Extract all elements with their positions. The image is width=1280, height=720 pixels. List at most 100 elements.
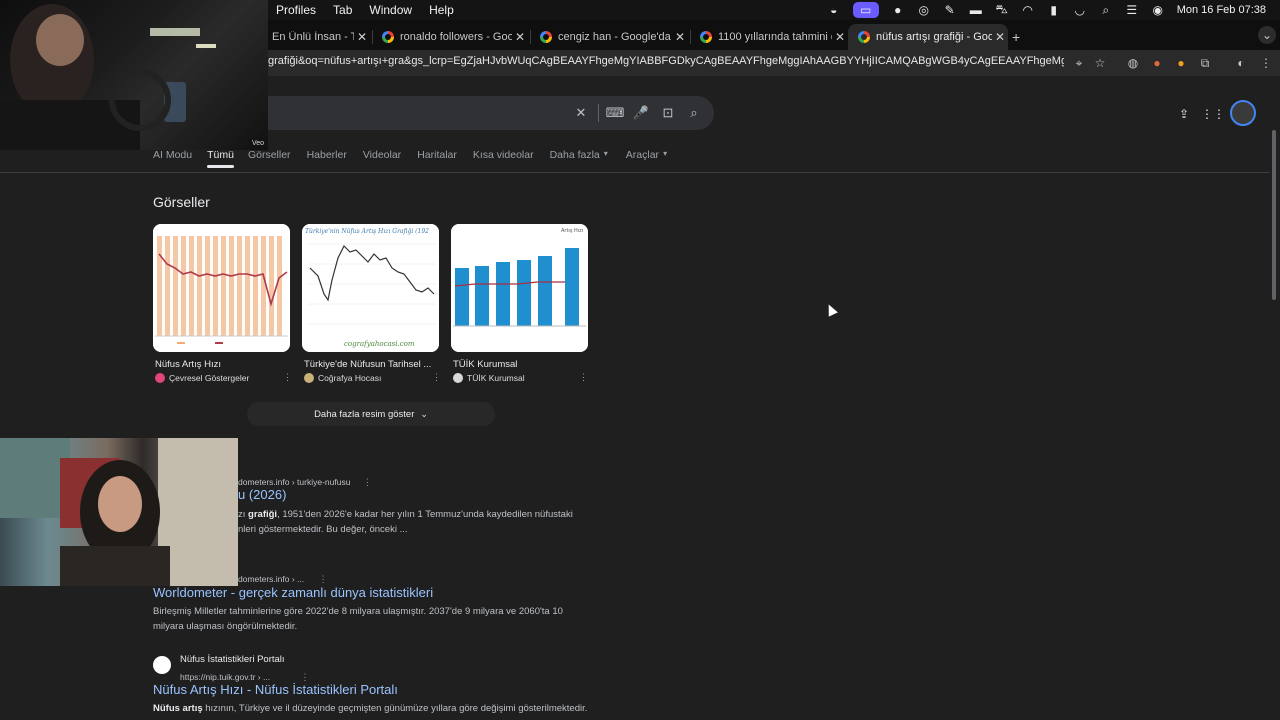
result-site-name[interactable]: Nüfus İstatistikleri Portalı — [180, 654, 285, 665]
google-favicon-icon — [858, 31, 870, 43]
clear-search-icon[interactable]: ✕ — [573, 105, 589, 121]
headphones-icon[interactable]: ◠ — [1021, 3, 1035, 17]
menu-clock[interactable]: Mon 16 Feb 07:38 — [1177, 4, 1266, 16]
tab-daha-fazla[interactable]: Daha fazla — [550, 149, 600, 161]
image-source[interactable]: Çevresel Göstergeler ⋮ — [153, 372, 292, 383]
wifi-icon[interactable]: ◡ — [1073, 3, 1087, 17]
more-options-icon[interactable]: ⋮ — [432, 372, 441, 383]
tab-haberler[interactable]: Haberler — [307, 149, 347, 161]
tab-title: 1100 yıllarında tahmini dünya — [718, 31, 832, 43]
bookmark-star-icon[interactable]: ☆ — [1092, 55, 1108, 71]
image-source[interactable]: Coğrafya Hocası ⋮ — [302, 372, 441, 383]
extensions-puzzle-icon[interactable]: ⧉ — [1197, 55, 1213, 71]
snippet-text: hızının, Türkiye ve il düzeyinde geçmişt… — [202, 703, 588, 714]
chevron-down-icon[interactable]: ▾ — [663, 149, 667, 161]
car-icon[interactable]: ⛍ — [995, 2, 1009, 17]
google-apps-icon[interactable]: ⋮⋮ — [1201, 106, 1225, 122]
extension-2-icon[interactable]: ● — [1149, 55, 1165, 71]
status-dot-icon[interactable]: ● — [891, 3, 905, 17]
google-favicon-icon — [700, 31, 712, 43]
image-result-card[interactable]: Türkiye'nin Nüfus Artış Hızı Grafiği (19… — [302, 224, 441, 383]
extension-1-icon[interactable]: ◍ — [1125, 55, 1141, 71]
result-title-link[interactable]: Worldometer - gerçek zamanlı dünya istat… — [153, 585, 433, 600]
image-title[interactable]: Nüfus Artış Hızı — [153, 359, 290, 370]
image-result-card[interactable]: Nüfus Artış Hızı Çevresel Göstergeler ⋮ — [153, 224, 292, 383]
source-favicon-icon — [304, 373, 314, 383]
tab-araclar[interactable]: Araçlar — [626, 149, 659, 161]
profile-avatar-icon[interactable]: ◐ — [1233, 55, 1249, 71]
tab-nufus-artisi-grafigi[interactable]: nüfus artışı grafiği - Google'd ✕ — [848, 24, 1008, 50]
status-spiral-icon[interactable]: ◎ — [917, 3, 931, 17]
more-images-label: Daha fazla resim göster — [314, 408, 415, 420]
more-options-icon[interactable]: ⋮ — [579, 372, 588, 383]
tab-cengiz-han[interactable]: cengiz han - Google'da Ara ✕ — [530, 24, 688, 50]
tab-ronaldo-followers[interactable]: ronaldo followers - Google'da ✕ — [372, 24, 528, 50]
image-thumbnail[interactable] — [153, 224, 290, 352]
tab-ai-modu[interactable]: AI Modu — [153, 149, 192, 161]
tab-title: cengiz han - Google'da Ara — [558, 31, 672, 43]
control-center-icon[interactable]: ☰ — [1125, 3, 1139, 17]
status-app-icon[interactable]: ◒ — [827, 3, 841, 17]
tab-search-chevron-icon[interactable]: ⌄ — [1258, 26, 1276, 44]
chevron-down-icon[interactable]: ▾ — [604, 149, 608, 161]
tab-tumu[interactable]: Tümü — [207, 149, 234, 168]
tab-videolar[interactable]: Videolar — [363, 149, 401, 161]
webcam-label: Veo — [252, 140, 265, 147]
source-favicon-icon — [155, 373, 165, 383]
result-snippet: Birleşmiş Milletler tahminlerine göre 20… — [153, 604, 583, 634]
menu-window[interactable]: Window — [369, 3, 412, 17]
share-icon[interactable]: ⇪ — [1176, 106, 1192, 122]
tab-gorseller[interactable]: Görseller — [248, 149, 291, 161]
image-result-card[interactable]: Artış Hızı TÜİK Kurumsal TÜİK Kurumsal ⋮ — [451, 224, 588, 383]
snippet-text: milyara ulaşması öngörülmektedir. — [153, 621, 298, 632]
spotlight-search-icon[interactable]: ⌕ — [1099, 3, 1113, 17]
tab-1100-yillari[interactable]: 1100 yıllarında tahmini dünya ✕ — [690, 24, 848, 50]
voice-search-icon[interactable]: 🎤 — [633, 105, 649, 121]
keyboard-icon[interactable]: ⌨ — [606, 105, 625, 121]
result-url[interactable]: dometers.info › turkiye-nufusu — [238, 477, 350, 487]
image-source[interactable]: TÜİK Kurumsal ⋮ — [451, 372, 588, 383]
menu-tab[interactable]: Tab — [333, 3, 352, 17]
result-url[interactable]: https://nip.tuik.gov.tr › ... — [180, 672, 270, 682]
tab-close-icon[interactable]: ✕ — [992, 30, 1008, 44]
page-scrollbar[interactable] — [1272, 130, 1276, 300]
more-options-icon[interactable]: ⋮ — [283, 372, 292, 383]
more-options-icon[interactable]: ⋮ — [319, 574, 328, 584]
tab-close-icon[interactable]: ✕ — [354, 30, 370, 44]
siri-icon[interactable]: ◉ — [1151, 3, 1165, 17]
lens-search-icon[interactable]: ⊡ — [660, 105, 676, 121]
snippet-bold: grafiği — [248, 509, 278, 520]
result-title-link[interactable]: u (2026) — [238, 487, 286, 502]
tab-close-icon[interactable]: ✕ — [512, 30, 528, 44]
tab-close-icon[interactable]: ✕ — [832, 30, 848, 44]
snippet-bold: Nüfus artış — [153, 703, 203, 714]
tab-en-unlu-insan[interactable]: En Ünlü İnsan - Tier ✕ — [262, 24, 370, 50]
pen-icon[interactable]: ✎ — [943, 3, 957, 17]
result-title-link[interactable]: Nüfus Artış Hızı - Nüfus İstatistikleri … — [153, 682, 398, 697]
image-thumbnail[interactable]: Artış Hızı — [451, 224, 588, 352]
drive-icon[interactable]: ▬ — [969, 3, 983, 17]
screen-record-icon[interactable]: ▭ — [852, 2, 879, 18]
menu-profiles[interactable]: Profiles — [276, 3, 316, 17]
account-avatar[interactable] — [1230, 100, 1256, 126]
location-pin-icon[interactable]: ⌖ — [1071, 55, 1087, 71]
image-thumbnail[interactable]: Türkiye'nin Nüfus Artış Hızı Grafiği (19… — [302, 224, 439, 352]
more-options-icon[interactable]: ⋮ — [363, 477, 372, 487]
webcam-overlay-streamer — [0, 438, 238, 586]
battery-icon[interactable]: ▮ — [1047, 3, 1061, 17]
tab-haritalar[interactable]: Haritalar — [417, 149, 457, 161]
address-bar-url[interactable]: grafiği&oq=nüfus+artışı+gra&gs_lcrp=EgZj… — [268, 55, 1064, 67]
tab-close-icon[interactable]: ✕ — [672, 30, 688, 44]
tab-kisa-videolar[interactable]: Kısa videolar — [473, 149, 534, 161]
snippet-text: , 1951'den 2026'e kadar her yılın 1 Temm… — [277, 509, 573, 520]
menu-help[interactable]: Help — [429, 3, 454, 17]
new-tab-button[interactable]: + — [1008, 24, 1030, 50]
extension-3-icon[interactable]: ● — [1173, 55, 1189, 71]
search-icon[interactable]: ⌕ — [686, 105, 702, 121]
browser-menu-icon[interactable]: ⋮ — [1258, 55, 1274, 71]
more-options-icon[interactable]: ⋮ — [301, 672, 310, 682]
more-images-button[interactable]: Daha fazla resim göster ⌄ — [247, 402, 495, 426]
image-title[interactable]: Türkiye'de Nüfusun Tarihsel ... — [302, 359, 439, 370]
image-title[interactable]: TÜİK Kurumsal — [451, 359, 588, 370]
result-url[interactable]: dometers.info › ... — [238, 574, 304, 584]
